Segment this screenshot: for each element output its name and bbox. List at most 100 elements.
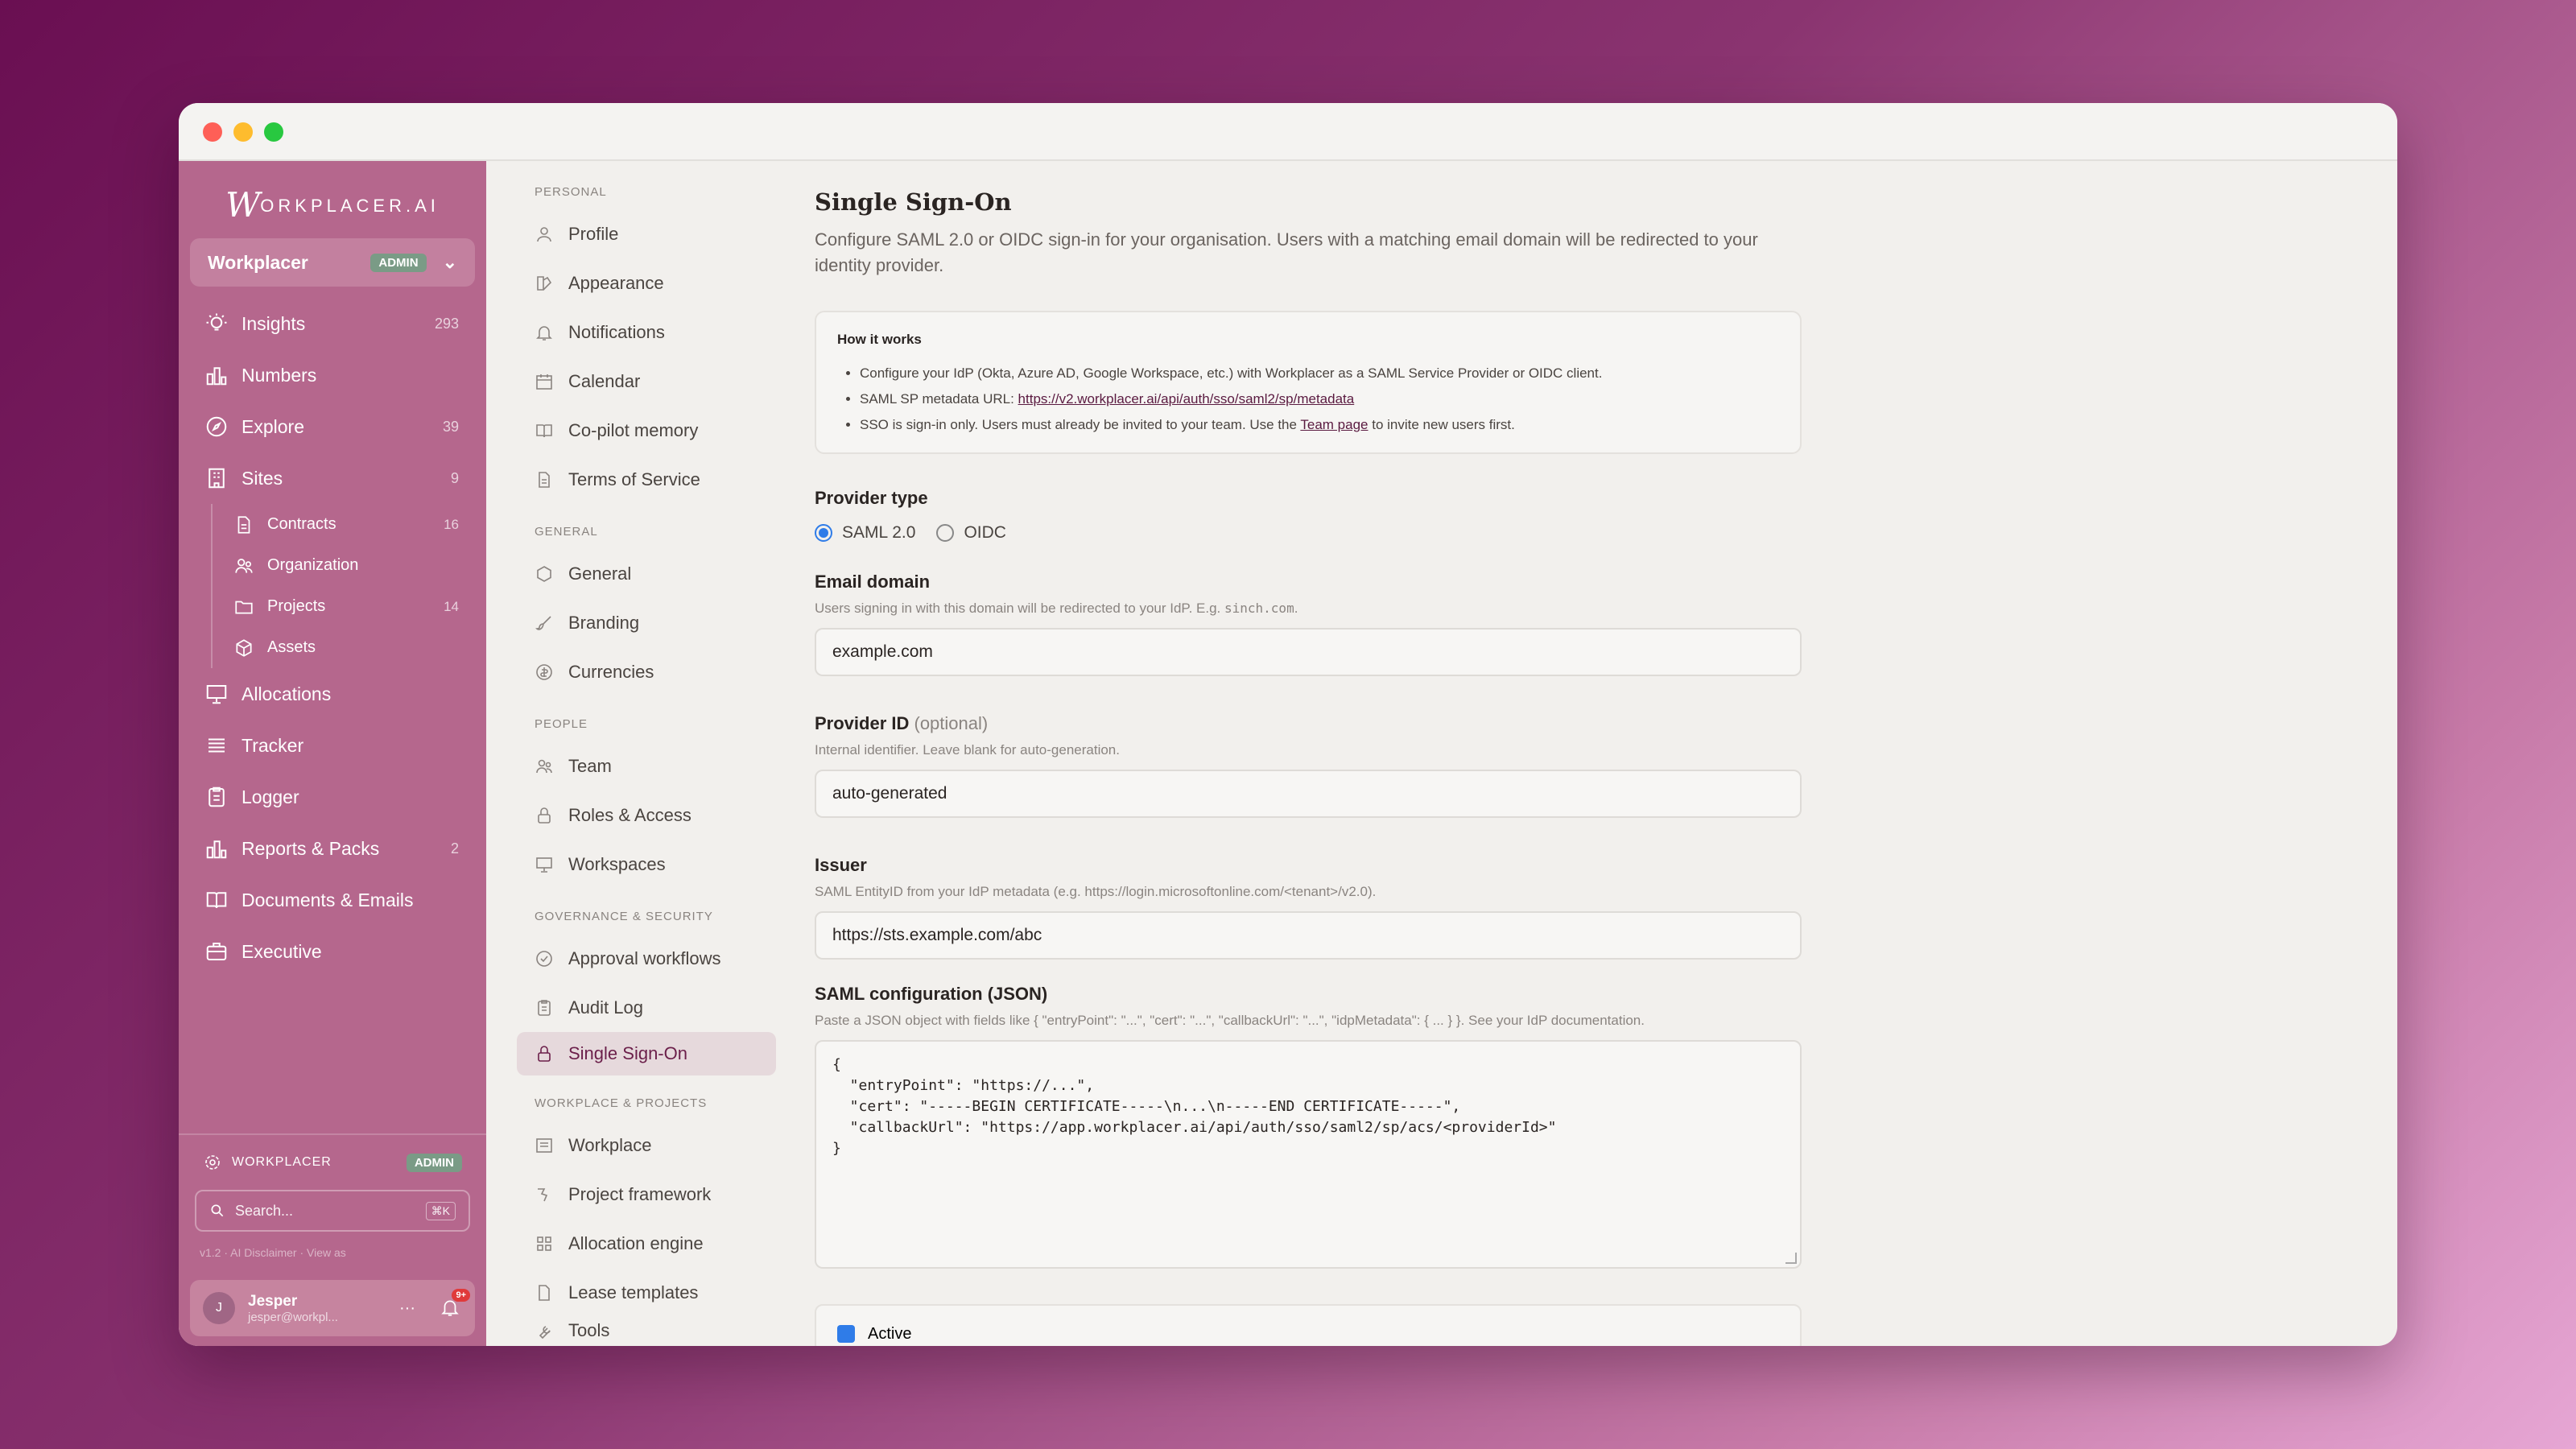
presentation-icon (535, 855, 554, 874)
sub-label: Organization (267, 556, 359, 574)
nav-item-numbers[interactable]: Numbers (179, 349, 486, 401)
email-domain-input[interactable]: example.com (815, 628, 1802, 676)
radio-label-saml[interactable]: SAML 2.0 (842, 523, 915, 543)
avatar: J (203, 1292, 235, 1324)
settings-item-workplace[interactable]: Workplace (486, 1121, 792, 1170)
sites-subnav: Contracts 16 Organization Projects 14 As… (211, 504, 486, 668)
issuer-input[interactable]: https://sts.example.com/abc (815, 911, 1802, 960)
settings-item-label: Terms of Service (568, 469, 700, 489)
more-icon[interactable]: ··· (399, 1299, 415, 1318)
settings-item-lease-templates[interactable]: Lease templates (486, 1268, 792, 1317)
sub-item-projects[interactable]: Projects 14 (213, 586, 486, 627)
settings-item-team[interactable]: Team (486, 741, 792, 791)
saml-config-hint: Paste a JSON object with fields like { "… (815, 1013, 1645, 1028)
settings-item-label: Team (568, 755, 612, 776)
workspace-settings[interactable]: WORKPLACER ADMIN (179, 1133, 486, 1190)
nav-label: Insights (242, 312, 306, 334)
active-label[interactable]: Active (868, 1325, 911, 1344)
settings-item-label: Single Sign-On (568, 1043, 687, 1063)
saml-config-textarea[interactable]: { "entryPoint": "https://...", "cert": "… (815, 1040, 1802, 1269)
nav-label: Tracker (242, 734, 304, 756)
settings-item-appearance[interactable]: Appearance (486, 258, 792, 308)
settings-item-label: Workspaces (568, 853, 666, 874)
nav-item-sites[interactable]: Sites 9 (179, 452, 486, 504)
nav-count: 39 (442, 418, 459, 435)
email-domain-label: Email domain (815, 572, 931, 592)
settings-item-project-framework[interactable]: Project framework (486, 1170, 792, 1219)
chevron-down-icon: ⌄ (442, 252, 457, 272)
list-item: SAML SP metadata URL: https://v2.workpla… (860, 386, 1779, 412)
metadata-url-link[interactable]: https://v2.workplacer.ai/api/auth/sso/sa… (1018, 391, 1355, 407)
nav-item-documents[interactable]: Documents & Emails (179, 874, 486, 926)
provider-type-radios: SAML 2.0 OIDC (815, 523, 2397, 543)
layout-icon (535, 1136, 554, 1155)
nav-count: 2 (450, 840, 459, 857)
team-page-link[interactable]: Team page (1300, 417, 1368, 432)
user-card[interactable]: J Jesper jesper@workpl... ··· 9+ (190, 1280, 475, 1336)
settings-item-general[interactable]: General (486, 549, 792, 598)
version-meta[interactable]: v1.2 · AI Disclaimer · View as (179, 1232, 486, 1280)
bullet-text: SSO is sign-in only. Users must already … (860, 417, 1301, 432)
sub-label: Projects (267, 597, 326, 615)
settings-item-audit-log[interactable]: Audit Log (486, 983, 792, 1032)
sub-item-contracts[interactable]: Contracts 16 (213, 504, 486, 545)
search-icon (209, 1203, 225, 1219)
settings-item-profile[interactable]: Profile (486, 209, 792, 258)
gear-icon (203, 1153, 222, 1172)
textarea-content: { "entryPoint": "https://...", "cert": "… (832, 1056, 1557, 1157)
sub-item-assets[interactable]: Assets (213, 627, 486, 668)
minimize-window-button[interactable] (233, 122, 253, 142)
nav-label: Allocations (242, 683, 332, 704)
clipboard-icon (204, 785, 229, 809)
org-switcher[interactable]: Workplacer ADMIN ⌄ (190, 238, 475, 287)
hint-code: sinch.com (1224, 601, 1294, 616)
nav-item-logger[interactable]: Logger (179, 771, 486, 823)
radio-label-oidc[interactable]: OIDC (964, 523, 1006, 543)
settings-item-workspaces[interactable]: Workspaces (486, 840, 792, 889)
settings-item-currencies[interactable]: Currencies (486, 647, 792, 696)
building-icon (204, 466, 229, 490)
nav-item-executive[interactable]: Executive (179, 926, 486, 977)
settings-item-label: Audit Log (568, 997, 643, 1018)
flow-icon (535, 1185, 554, 1204)
settings-item-allocation-engine[interactable]: Allocation engine (486, 1219, 792, 1268)
provider-id-input[interactable]: auto-generated (815, 770, 1802, 818)
maximize-window-button[interactable] (264, 122, 283, 142)
close-window-button[interactable] (203, 122, 222, 142)
section-title-personal: PERSONAL (535, 185, 607, 199)
active-checkbox[interactable] (837, 1325, 855, 1343)
radio-saml[interactable] (815, 524, 832, 542)
brush-icon (535, 613, 554, 633)
active-toggle-row: Active (815, 1304, 1802, 1346)
nav-item-allocations[interactable]: Allocations (179, 668, 486, 720)
bullet-text: to invite new users first. (1368, 417, 1515, 432)
search-input[interactable]: Search... ⌘K (195, 1190, 470, 1232)
provider-id-group: Provider ID (optional) Internal identifi… (815, 713, 2397, 818)
settings-item-single-sign-on[interactable]: Single Sign-On (517, 1032, 776, 1075)
bullet-text: SAML SP metadata URL: (860, 391, 1018, 407)
nav-item-tracker[interactable]: Tracker (179, 720, 486, 771)
settings-item-label: Roles & Access (568, 804, 691, 825)
settings-item-calendar[interactable]: Calendar (486, 357, 792, 406)
workplacer-logo[interactable]: WORKPLACER.AI (179, 161, 486, 238)
sub-label: Contracts (267, 515, 336, 533)
settings-item-branding[interactable]: Branding (486, 598, 792, 647)
nav-count: 293 (434, 315, 459, 332)
settings-item-approval-workflows[interactable]: Approval workflows (486, 934, 792, 983)
settings-item-tools[interactable]: Tools (486, 1317, 792, 1341)
sub-item-organization[interactable]: Organization (213, 545, 486, 586)
nav-item-insights[interactable]: Insights 293 (179, 298, 486, 349)
nav-item-explore[interactable]: Explore 39 (179, 401, 486, 452)
resize-handle[interactable] (1785, 1253, 1797, 1264)
settings-item-label: Branding (568, 612, 640, 633)
settings-item-copilot-memory[interactable]: Co-pilot memory (486, 406, 792, 455)
settings-item-terms[interactable]: Terms of Service (486, 455, 792, 504)
bell-icon[interactable]: 9+ (440, 1289, 470, 1319)
settings-item-roles[interactable]: Roles & Access (486, 791, 792, 840)
cube-icon (233, 638, 254, 658)
page-title: Single Sign-On (815, 188, 1012, 216)
radio-oidc[interactable] (936, 524, 955, 542)
nav-item-reports[interactable]: Reports & Packs 2 (179, 823, 486, 874)
document-icon (535, 1283, 554, 1302)
settings-item-notifications[interactable]: Notifications (486, 308, 792, 357)
